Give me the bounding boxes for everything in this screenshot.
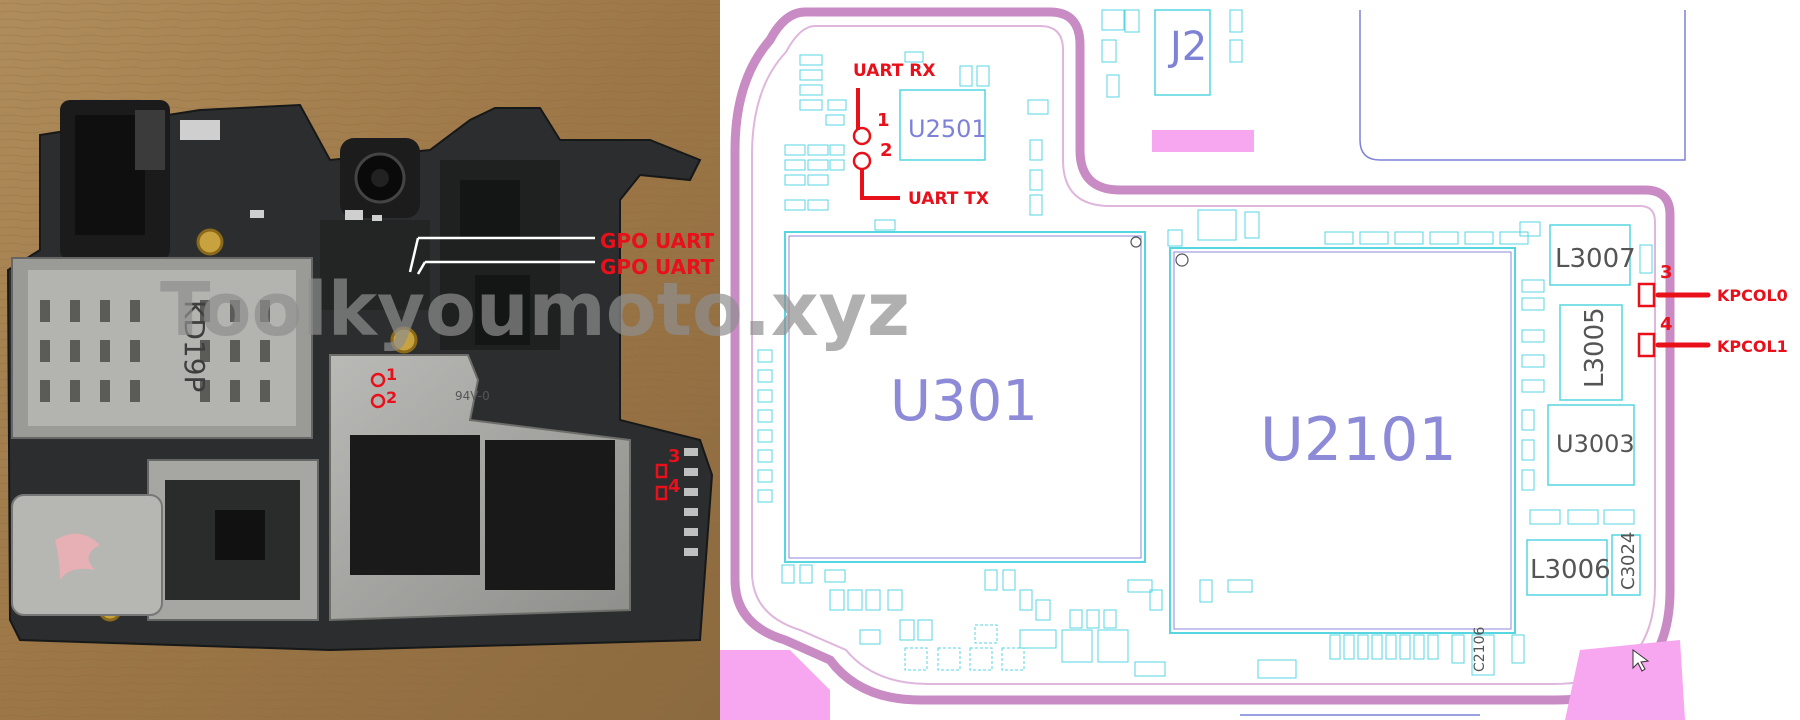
cap-c3024-label: C3024: [1618, 532, 1639, 590]
photo-num-3: 3: [668, 446, 681, 467]
white-pad: [180, 120, 220, 140]
diagram-canvas: KD19P 94V-0 GPO UART RX GPO UART TX 1 2 …: [0, 0, 1800, 720]
cap-c2106-label: C2106: [1472, 627, 1488, 672]
board-photo: KD19P 94V-0 GPO UART RX GPO UART TX 1 2 …: [0, 0, 753, 720]
kpcol1-label: KPCOL1: [1717, 337, 1788, 356]
inductor-l3005-label: L3005: [1580, 307, 1610, 388]
board-schematic: J2 U2501 U301 U2101 L3007 L3005 U3003 L3…: [720, 0, 1800, 720]
connector-fpc-top: [460, 180, 520, 240]
schematic-background: [720, 0, 1800, 720]
inductor-l3007-label: L3007: [1555, 244, 1636, 274]
chip-u2101-label: U2101: [1260, 405, 1457, 475]
schematic-num-3: 3: [1660, 262, 1673, 283]
schematic-num-1: 1: [877, 110, 890, 131]
uart-tx-label: UART TX: [908, 189, 989, 209]
photo-num-1: 1: [386, 365, 397, 384]
magenta-pad: [1152, 130, 1254, 152]
connector-j2-label: J2: [1167, 24, 1207, 70]
kpcol0-label: KPCOL0: [1717, 286, 1788, 305]
cpu-chip: [485, 440, 615, 590]
inductor-l3006-label: L3006: [1530, 555, 1611, 585]
mounting-hole: [196, 228, 224, 256]
audio-jack-slot: [75, 115, 145, 235]
photo-num-2: 2: [386, 388, 397, 407]
magenta-pad-corner-right: [1565, 640, 1685, 720]
uart-rx-label: UART RX: [853, 61, 935, 81]
photo-num-4: 4: [668, 476, 681, 497]
schematic-num-2: 2: [880, 140, 893, 161]
schematic-num-4: 4: [1660, 314, 1673, 335]
shield-mark: 94V-0: [455, 389, 490, 403]
chip-u2501-label: U2501: [908, 115, 987, 143]
chip-u301-label: U301: [890, 369, 1038, 434]
camera-lens-inner: [371, 169, 389, 187]
watermark: Toolkyoumoto.xyz: [160, 267, 910, 353]
emmc-chip: [350, 435, 480, 575]
jack-tab: [135, 110, 165, 170]
chip-u3003-label: U3003: [1556, 430, 1635, 458]
pmic-chip: [215, 510, 265, 560]
